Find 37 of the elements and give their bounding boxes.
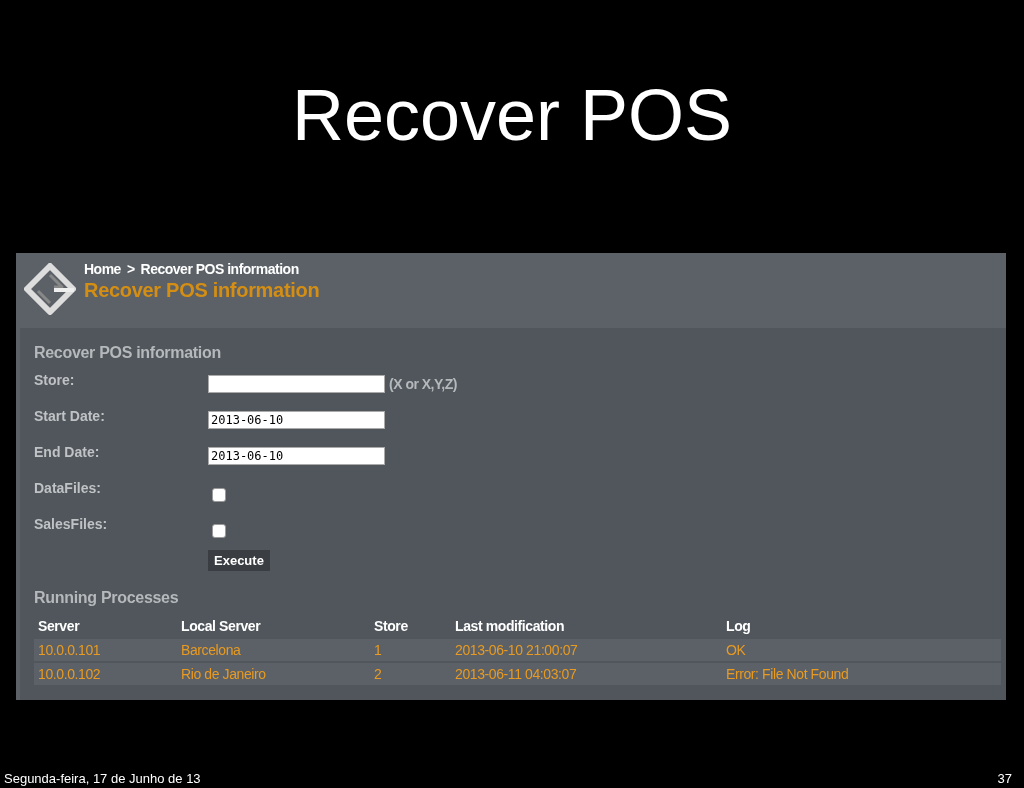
- table-cell: OK: [722, 638, 1001, 662]
- text-field[interactable]: [208, 375, 385, 393]
- field-label: Store:: [34, 371, 76, 388]
- breadcrumb-link[interactable]: Recover POS information: [140, 261, 299, 277]
- table-cell: 1: [370, 638, 451, 662]
- section-title: Running Processes: [34, 589, 180, 608]
- field-label: Start Date:: [34, 407, 106, 424]
- table-cell: 2013-06-11 04:03:07: [451, 662, 722, 685]
- field-label: SalesFiles:: [34, 515, 109, 532]
- page-title: Recover POS information: [84, 279, 320, 302]
- column-header: Server: [37, 617, 81, 636]
- field-label: End Date:: [34, 443, 101, 460]
- footer-date: Segunda-feira, 17 de Junho de 13: [4, 771, 201, 786]
- table-cell: Barcelona: [177, 638, 370, 662]
- slide-number: 37: [997, 771, 1012, 786]
- table-cell: 2013-06-10 21:00:07: [451, 638, 722, 662]
- execute-button[interactable]: Execute: [208, 550, 270, 571]
- breadcrumb-link[interactable]: Home: [84, 261, 121, 277]
- column-header: Log: [725, 617, 752, 636]
- section-title: Recover POS information: [34, 344, 222, 363]
- table-cell: 2: [370, 662, 451, 685]
- table-cell: Rio de Janeiro: [177, 662, 370, 685]
- logo-icon: [24, 263, 76, 315]
- table-cell: Error: File Not Found: [722, 662, 1001, 685]
- field-label: DataFiles:: [34, 479, 102, 496]
- checkbox[interactable]: [212, 488, 226, 502]
- text-field[interactable]: 2013-06-10: [208, 447, 385, 465]
- slide-title: Recover POS: [291, 74, 733, 157]
- checkbox[interactable]: [212, 524, 226, 538]
- table-cell: 10.0.0.101: [34, 638, 177, 662]
- column-header: Last modification: [454, 617, 566, 636]
- column-header: Store: [373, 617, 409, 636]
- breadcrumb-separator: >: [126, 261, 135, 277]
- table-cell: 10.0.0.102: [34, 662, 177, 685]
- text-field[interactable]: 2013-06-10: [208, 411, 385, 429]
- column-header: Local Server: [180, 617, 262, 636]
- field-hint: (X or X,Y,Z): [389, 376, 457, 392]
